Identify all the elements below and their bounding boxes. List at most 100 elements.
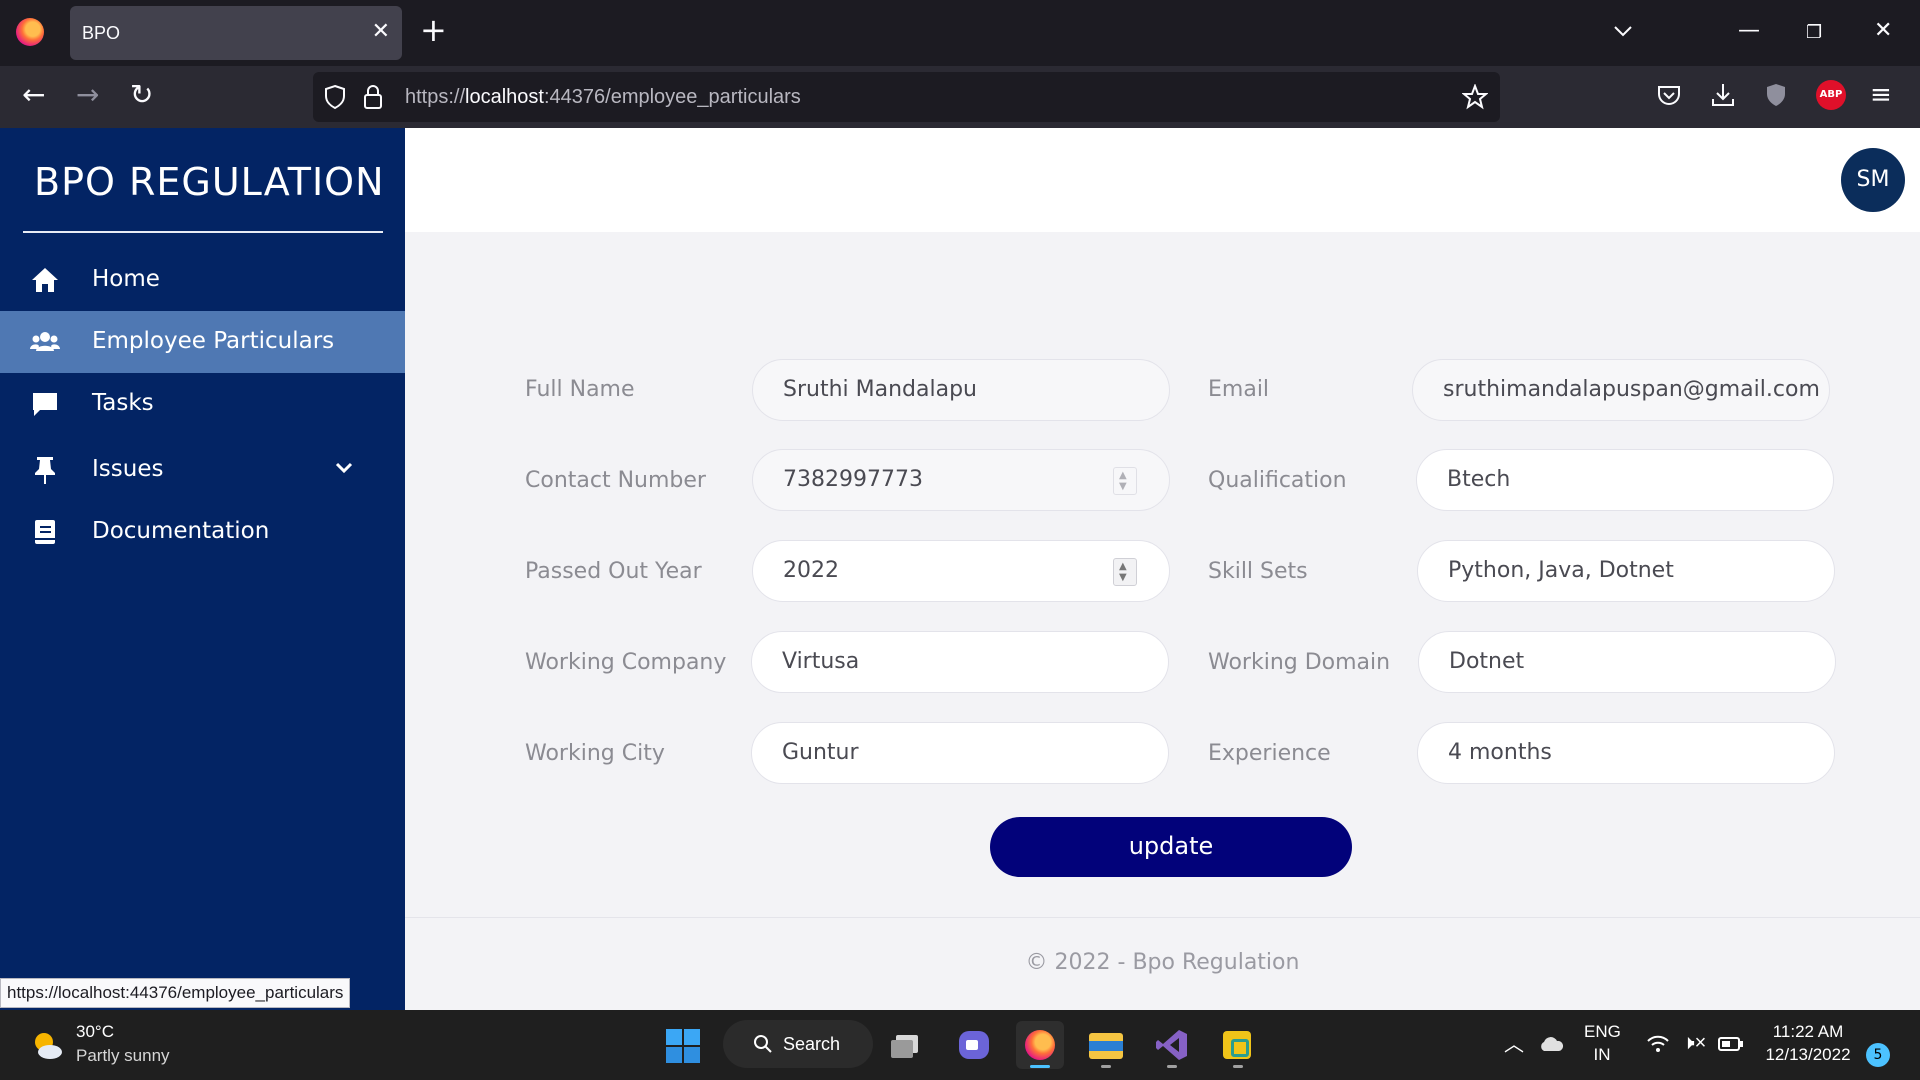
sidebar-item-label: Issues xyxy=(92,456,164,482)
contact-number-value: 7382997773 xyxy=(783,467,923,492)
employee-form: Full Name Sruthi Mandalapu Email sruthim… xyxy=(405,232,1920,922)
contact-number-field[interactable]: 7382997773 ▲ ▼ xyxy=(752,449,1170,511)
tab-close-icon[interactable]: ✕ xyxy=(372,19,390,44)
qualification-label: Qualification xyxy=(1208,468,1347,493)
menu-hamburger-icon[interactable]: ≡ xyxy=(1870,80,1892,110)
full-name-label: Full Name xyxy=(525,377,635,402)
tray-overflow-chevron-icon[interactable]: ︿ xyxy=(1504,1028,1524,1057)
number-stepper[interactable]: ▲ ▼ xyxy=(1113,558,1137,586)
sidebar-item-documentation[interactable]: Documentation xyxy=(0,501,405,563)
volume-muted-icon[interactable]: 🕨× xyxy=(1682,1032,1706,1055)
update-button[interactable]: update xyxy=(990,817,1352,877)
weather-temperature[interactable]: 30°C xyxy=(76,1022,114,1042)
passed-out-year-value: 2022 xyxy=(783,558,839,583)
url-bar[interactable]: https://localhost:44376/employee_particu… xyxy=(313,72,1500,122)
minimize-icon[interactable]: — xyxy=(1738,18,1760,43)
visual-studio-logo-icon xyxy=(1156,1030,1187,1060)
qualification-field[interactable]: Btech xyxy=(1416,449,1834,511)
privacy-badger-icon[interactable] xyxy=(1764,82,1788,108)
sidebar-item-tasks[interactable]: Tasks xyxy=(0,373,405,435)
browser-tab[interactable]: BPO ✕ xyxy=(70,6,402,60)
reload-icon[interactable]: ↻ xyxy=(130,80,153,110)
language-bottom[interactable]: IN xyxy=(1584,1045,1620,1065)
pin-icon xyxy=(35,457,55,484)
wifi-icon[interactable] xyxy=(1646,1034,1670,1054)
clock-time[interactable]: 11:22 AM xyxy=(1760,1022,1856,1042)
firefox-logo-icon[interactable] xyxy=(16,18,44,46)
book-icon xyxy=(35,520,55,544)
back-icon[interactable]: ← xyxy=(22,80,45,110)
experience-label: Experience xyxy=(1208,741,1331,766)
url-host: localhost xyxy=(465,86,544,108)
contact-number-label: Contact Number xyxy=(525,468,706,493)
email-field[interactable]: sruthimandalapuspan@gmail.com xyxy=(1412,359,1830,421)
home-icon xyxy=(32,268,58,292)
passed-out-year-field[interactable]: 2022 ▲ ▼ xyxy=(752,540,1170,602)
footer-divider xyxy=(405,917,1920,918)
forward-icon[interactable]: → xyxy=(76,80,99,110)
battery-icon[interactable] xyxy=(1718,1036,1744,1052)
tracking-shield-icon[interactable] xyxy=(323,84,347,110)
onedrive-cloud-icon[interactable] xyxy=(1538,1035,1564,1053)
firefox-taskbar-icon[interactable] xyxy=(1016,1021,1064,1069)
url-prefix: https:// xyxy=(405,86,466,108)
sidebar-item-employee-particulars[interactable]: Employee Particulars xyxy=(0,311,405,373)
full-name-field[interactable]: Sruthi Mandalapu xyxy=(752,359,1170,421)
restore-icon[interactable]: ❐ xyxy=(1806,22,1822,43)
adblock-plus-icon[interactable]: ABP xyxy=(1816,80,1846,110)
sidebar-item-label: Documentation xyxy=(92,518,270,544)
lock-icon[interactable] xyxy=(363,84,383,110)
list-all-tabs-chevron-icon[interactable] xyxy=(1612,20,1634,42)
snipping-tool-icon[interactable] xyxy=(1214,1021,1262,1069)
windows-start-icon[interactable] xyxy=(666,1029,700,1063)
weather-description[interactable]: Partly sunny xyxy=(76,1046,170,1066)
sidebar-item-issues[interactable]: Issues xyxy=(0,439,405,501)
close-window-icon[interactable]: ✕ xyxy=(1874,18,1892,43)
tab-title: BPO xyxy=(82,23,121,43)
top-header: SM xyxy=(405,128,1920,232)
search-label: Search xyxy=(783,1034,841,1054)
skill-sets-field[interactable]: Python, Java, Dotnet xyxy=(1417,540,1835,602)
chevron-down-icon[interactable] xyxy=(335,461,353,475)
users-icon xyxy=(30,332,60,351)
notification-badge[interactable]: 5 xyxy=(1866,1043,1890,1067)
working-company-field[interactable]: Virtusa xyxy=(751,631,1169,693)
teams-chat-icon[interactable] xyxy=(950,1021,998,1069)
language-top[interactable]: ENG xyxy=(1584,1022,1621,1042)
url-text[interactable]: https://localhost:44376/employee_particu… xyxy=(405,86,801,109)
brand-title: BPO REGULATION xyxy=(34,160,385,204)
number-stepper[interactable]: ▲ ▼ xyxy=(1113,467,1137,495)
app-viewport: BPO REGULATION Home Employee Particulars… xyxy=(0,128,1920,1010)
task-view-icon[interactable] xyxy=(884,1021,932,1069)
file-explorer-icon[interactable] xyxy=(1082,1021,1130,1069)
working-company-label: Working Company xyxy=(525,650,727,675)
new-tab-icon[interactable]: + xyxy=(420,14,447,46)
passed-out-year-label: Passed Out Year xyxy=(525,559,702,584)
bookmark-star-icon[interactable] xyxy=(1462,84,1488,110)
brand-divider xyxy=(23,231,383,233)
link-status-url: https://localhost:44376/employee_particu… xyxy=(0,978,351,1008)
url-path: :44376/employee_particulars xyxy=(543,86,801,108)
windows-taskbar: 30°C Partly sunny Search ︿ ENG IN 🕨× 11:… xyxy=(0,1010,1920,1080)
browser-toolbar: ← → ↻ https://localhost:44376/employee_p… xyxy=(0,66,1920,128)
search-icon xyxy=(754,1035,772,1053)
partly-sunny-icon[interactable] xyxy=(30,1028,64,1062)
taskbar-search[interactable]: Search xyxy=(723,1020,873,1068)
working-city-field[interactable]: Guntur xyxy=(751,722,1169,784)
pocket-icon[interactable] xyxy=(1656,82,1682,108)
visual-studio-icon[interactable] xyxy=(1148,1021,1196,1069)
avatar[interactable]: SM xyxy=(1841,148,1905,212)
working-domain-label: Working Domain xyxy=(1208,650,1391,675)
browser-tab-bar: BPO ✕ + — ❐ ✕ xyxy=(0,0,1920,66)
clock-date[interactable]: 12/13/2022 xyxy=(1760,1045,1856,1065)
sidebar: BPO REGULATION Home Employee Particulars… xyxy=(0,128,405,1010)
sidebar-item-home[interactable]: Home xyxy=(0,249,405,311)
working-domain-field[interactable]: Dotnet xyxy=(1418,631,1836,693)
skill-sets-label: Skill Sets xyxy=(1208,559,1308,584)
downloads-icon[interactable] xyxy=(1710,82,1736,108)
email-label: Email xyxy=(1208,377,1270,402)
experience-field[interactable]: 4 months xyxy=(1417,722,1835,784)
footer-copyright: © 2022 - Bpo Regulation xyxy=(1025,950,1300,975)
working-city-label: Working City xyxy=(525,741,665,766)
sidebar-item-label: Employee Particulars xyxy=(92,328,335,354)
